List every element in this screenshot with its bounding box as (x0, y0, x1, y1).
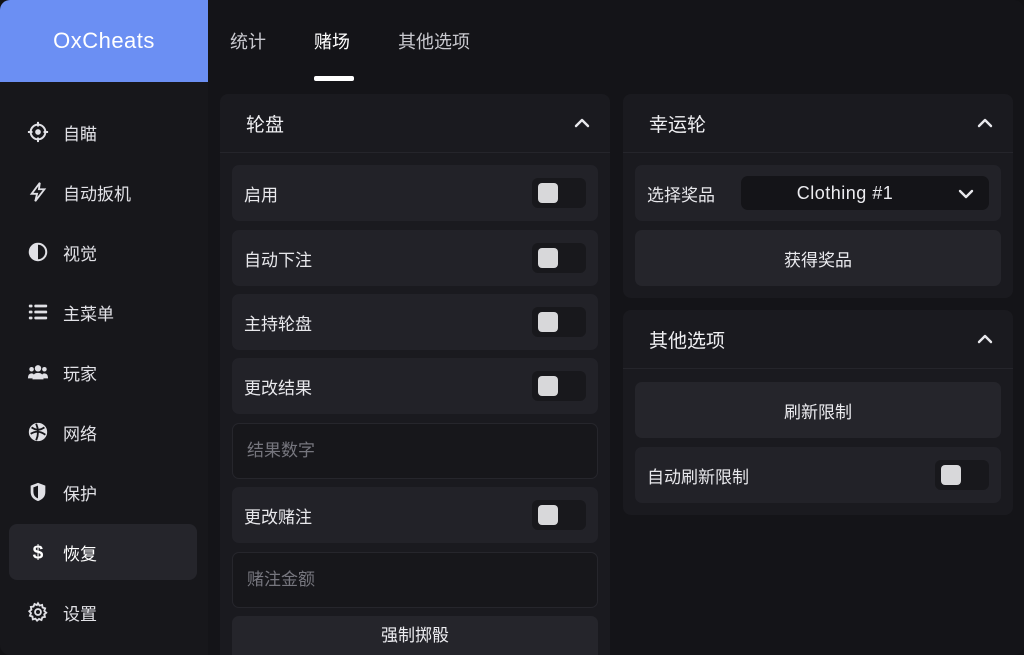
users-icon (27, 361, 49, 383)
bet-amount-input[interactable] (233, 553, 597, 607)
sidebar-item-settings[interactable]: 设置 (9, 584, 197, 640)
result-number-input[interactable] (233, 424, 597, 478)
active-tab-indicator (314, 76, 354, 81)
dollar-icon: $ (27, 541, 49, 563)
auto-bet-toggle[interactable] (532, 243, 586, 273)
sidebar-item-aimbot[interactable]: 自瞄 (9, 104, 197, 160)
host-roulette-row: 主持轮盘 (232, 294, 598, 350)
row-label: 自动下注 (244, 250, 312, 271)
change-result-row: 更改结果 (232, 358, 598, 414)
host-roulette-toggle[interactable] (532, 307, 586, 337)
toggle-knob (538, 248, 558, 268)
lightning-icon (27, 181, 49, 203)
half-circle-icon (27, 241, 49, 263)
panel-title: 其他选项 (649, 329, 726, 352)
tab-stats[interactable]: 统计 (230, 0, 266, 82)
list-icon (27, 301, 49, 323)
enable-toggle[interactable] (532, 178, 586, 208)
enable-row: 启用 (232, 165, 598, 221)
prize-select-value: Clothing #1 (796, 182, 894, 203)
chevron-down-icon (958, 189, 974, 199)
roulette-panel: 轮盘 启用 自动下注 主持轮盘 更改结果 更改赌注 强 (220, 94, 610, 655)
change-bet-toggle[interactable] (532, 500, 586, 530)
result-number-field (232, 423, 598, 479)
change-result-toggle[interactable] (532, 371, 586, 401)
app-logo: OxCheats (0, 0, 208, 82)
sidebar-item-label: 视觉 (63, 244, 97, 265)
prize-select[interactable]: Clothing #1 (741, 176, 989, 210)
panel-header: 幸运轮 (623, 94, 1013, 153)
force-roll-button[interactable]: 强制掷骰 (232, 616, 598, 655)
change-bet-row: 更改赌注 (232, 487, 598, 543)
panel-header: 其他选项 (623, 310, 1013, 369)
sidebar-item-label: 恢复 (63, 544, 97, 565)
tab-other-options[interactable]: 其他选项 (398, 0, 470, 82)
sidebar-item-players[interactable]: 玩家 (9, 344, 197, 400)
row-label: 自动刷新限制 (647, 467, 749, 488)
tab-casino[interactable]: 赌场 (314, 0, 350, 82)
toggle-knob (538, 376, 558, 396)
top-tab-bar: 统计 赌场 其他选项 (208, 0, 1024, 82)
refresh-limit-button[interactable]: 刷新限制 (635, 382, 1001, 438)
sidebar-item-label: 保护 (63, 484, 97, 505)
chevron-up-icon[interactable] (572, 113, 592, 133)
crosshair-icon (27, 121, 49, 143)
row-label: 更改结果 (244, 378, 312, 399)
sidebar-item-protection[interactable]: 保护 (9, 464, 197, 520)
svg-text:$: $ (33, 542, 44, 563)
toggle-knob (538, 183, 558, 203)
row-label: 选择奖品 (647, 185, 715, 206)
sidebar-item-label: 玩家 (63, 364, 97, 385)
sidebar-item-label: 网络 (63, 424, 97, 445)
bet-amount-field (232, 552, 598, 608)
row-label: 启用 (244, 185, 278, 206)
sidebar-item-recovery[interactable]: $ 恢复 (9, 524, 197, 580)
chevron-up-icon[interactable] (975, 113, 995, 133)
auto-refresh-row: 自动刷新限制 (635, 447, 1001, 503)
sidebar-item-triggerbot[interactable]: 自动扳机 (9, 164, 197, 220)
lucky-wheel-panel: 幸运轮 选择奖品 Clothing #1 获得奖品 (623, 94, 1013, 298)
sidebar-item-label: 主菜单 (63, 304, 114, 325)
row-label: 主持轮盘 (244, 314, 312, 335)
other-options-panel: 其他选项 刷新限制 自动刷新限制 (623, 310, 1013, 515)
globe-icon (27, 421, 49, 443)
shield-icon (27, 481, 49, 503)
select-prize-row: 选择奖品 Clothing #1 (635, 165, 1001, 221)
chevron-up-icon[interactable] (975, 329, 995, 349)
button-label: 强制掷骰 (381, 626, 449, 646)
auto-bet-row: 自动下注 (232, 230, 598, 286)
toggle-knob (538, 505, 558, 525)
toggle-knob (538, 312, 558, 332)
sidebar-item-main-menu[interactable]: 主菜单 (9, 284, 197, 340)
row-label: 更改赌注 (244, 507, 312, 528)
sidebar-item-label: 自瞄 (63, 124, 97, 145)
sidebar-item-label: 自动扳机 (63, 184, 131, 205)
gear-icon (27, 601, 49, 623)
sidebar-item-label: 设置 (63, 604, 97, 625)
sidebar-item-visuals[interactable]: 视觉 (9, 224, 197, 280)
panel-title: 幸运轮 (649, 113, 707, 136)
panel-title: 轮盘 (246, 113, 285, 136)
panel-header: 轮盘 (220, 94, 610, 153)
sidebar-item-network[interactable]: 网络 (9, 404, 197, 460)
sidebar: 自瞄 自动扳机 视觉 主菜单 玩家 网络 保护 $ 恢复 设置 (0, 82, 208, 655)
get-prize-button[interactable]: 获得奖品 (635, 230, 1001, 286)
app-window: OxCheats 统计 赌场 其他选项 自瞄 自动扳机 视觉 主菜单 玩家 网络… (0, 0, 1024, 655)
auto-refresh-toggle[interactable] (935, 460, 989, 490)
toggle-knob (941, 465, 961, 485)
